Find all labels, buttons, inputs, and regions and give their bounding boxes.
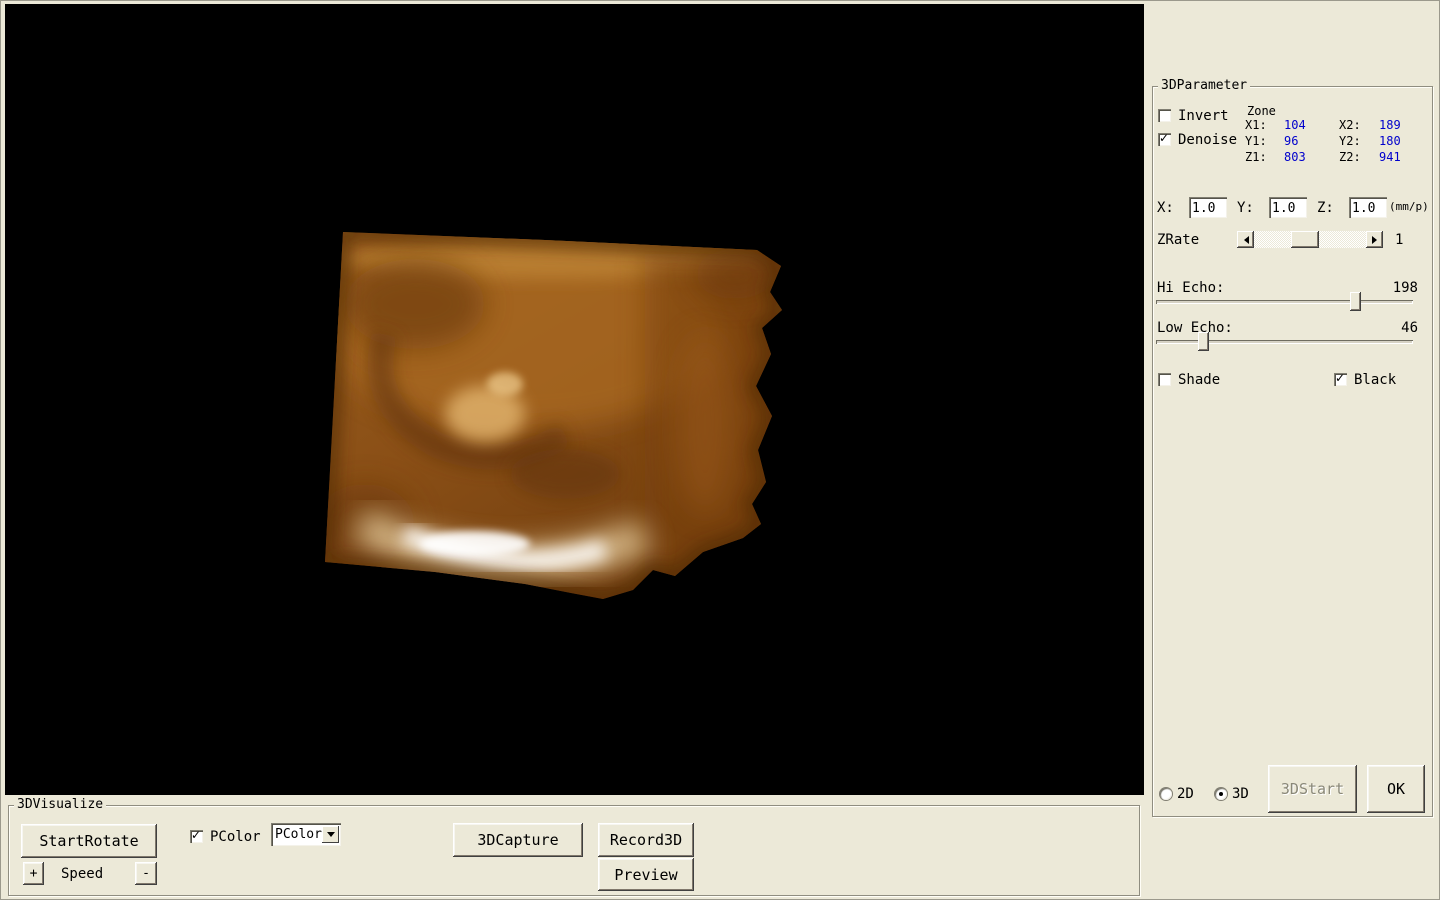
speed-increase-button[interactable]: + [23, 862, 44, 885]
zone-x1-value: 104 [1284, 118, 1306, 132]
y-scale-input[interactable] [1269, 197, 1307, 218]
scale-unit-label: (mm/p) [1389, 200, 1429, 213]
mode-2d-label: 2D [1177, 786, 1194, 802]
zone-x2-label: X2: [1339, 118, 1361, 132]
mode-3d-radio[interactable] [1215, 788, 1227, 800]
parameter-panel-title: 3DParameter [1158, 78, 1251, 94]
visualize-panel-title: 3DVisualize [14, 797, 107, 813]
mode-3d-label: 3D [1232, 786, 1249, 802]
application-window: 3DVisualize StartRotate PColor PColor 3D… [0, 0, 1440, 900]
parameter-panel: 3DParameter Invert Denoise Zone X1: 104 … [1152, 78, 1433, 817]
zone-title: Zone [1247, 104, 1276, 118]
z-scale-label: Z: [1317, 200, 1334, 216]
chevron-down-icon [326, 832, 335, 841]
invert-label: Invert [1178, 108, 1229, 124]
low-echo-slider-track[interactable] [1156, 340, 1413, 344]
ultrasound-3d-render [325, 232, 782, 599]
zrate-scroll-right-button[interactable] [1366, 231, 1383, 248]
ok-button[interactable]: OK [1367, 765, 1425, 813]
low-echo-slider-thumb[interactable] [1198, 332, 1209, 351]
arrow-left-icon [1240, 235, 1249, 244]
preview-button[interactable]: Preview [598, 858, 694, 891]
zone-y1-label: Y1: [1245, 134, 1267, 148]
zone-x1-label: X1: [1245, 118, 1267, 132]
zrate-value: 1 [1395, 232, 1404, 248]
y-scale-label: Y: [1237, 200, 1254, 216]
pcolor-dropdown-value: PColor [275, 827, 322, 842]
shade-checkbox[interactable] [1158, 373, 1171, 386]
black-checkbox[interactable] [1334, 371, 1347, 386]
zone-y1-value: 96 [1284, 134, 1299, 148]
zone-z1-value: 803 [1284, 150, 1306, 164]
shade-label: Shade [1178, 372, 1221, 388]
black-label: Black [1354, 372, 1397, 388]
zrate-scroll-left-button[interactable] [1237, 231, 1254, 248]
z-scale-input[interactable] [1349, 197, 1387, 218]
3d-start-button[interactable]: 3DStart [1268, 765, 1357, 813]
denoise-checkbox[interactable] [1158, 131, 1171, 146]
pcolor-checkbox[interactable] [190, 828, 203, 843]
zone-z2-label: Z2: [1339, 150, 1361, 164]
hi-echo-label: Hi Echo: [1157, 280, 1225, 296]
pcolor-dropdown-button[interactable] [322, 826, 339, 843]
start-rotate-button[interactable]: StartRotate [21, 824, 157, 858]
denoise-label: Denoise [1178, 132, 1238, 148]
speed-label: Speed [61, 866, 104, 882]
hi-echo-value: 198 [1392, 280, 1418, 296]
pcolor-dropdown[interactable]: PColor [271, 823, 341, 846]
zrate-scrollbar[interactable] [1237, 231, 1383, 248]
zone-z2-value: 941 [1379, 150, 1401, 164]
pcolor-checkbox-label: PColor [210, 829, 261, 845]
zone-x2-value: 189 [1379, 118, 1401, 132]
arrow-right-icon [1371, 235, 1381, 244]
x-scale-input[interactable] [1189, 197, 1227, 218]
record-3d-button[interactable]: Record3D [598, 823, 694, 857]
zone-y2-value: 180 [1379, 134, 1401, 148]
zone-y2-label: Y2: [1339, 134, 1361, 148]
3d-capture-button[interactable]: 3DCapture [453, 823, 583, 857]
low-echo-label: Low Echo: [1157, 320, 1233, 336]
hi-echo-slider-thumb[interactable] [1350, 292, 1361, 311]
zrate-label: ZRate [1157, 232, 1200, 248]
zrate-scrollbar-thumb[interactable] [1291, 231, 1319, 248]
speed-decrease-button[interactable]: - [135, 862, 157, 885]
hi-echo-slider-track[interactable] [1156, 300, 1413, 304]
render-viewport[interactable] [5, 4, 1144, 795]
low-echo-value: 46 [1401, 320, 1418, 336]
invert-checkbox[interactable] [1158, 109, 1171, 122]
mode-2d-radio[interactable] [1160, 788, 1172, 800]
visualize-panel: 3DVisualize StartRotate PColor PColor 3D… [8, 797, 1140, 896]
x-scale-label: X: [1157, 200, 1174, 216]
zone-z1-label: Z1: [1245, 150, 1267, 164]
